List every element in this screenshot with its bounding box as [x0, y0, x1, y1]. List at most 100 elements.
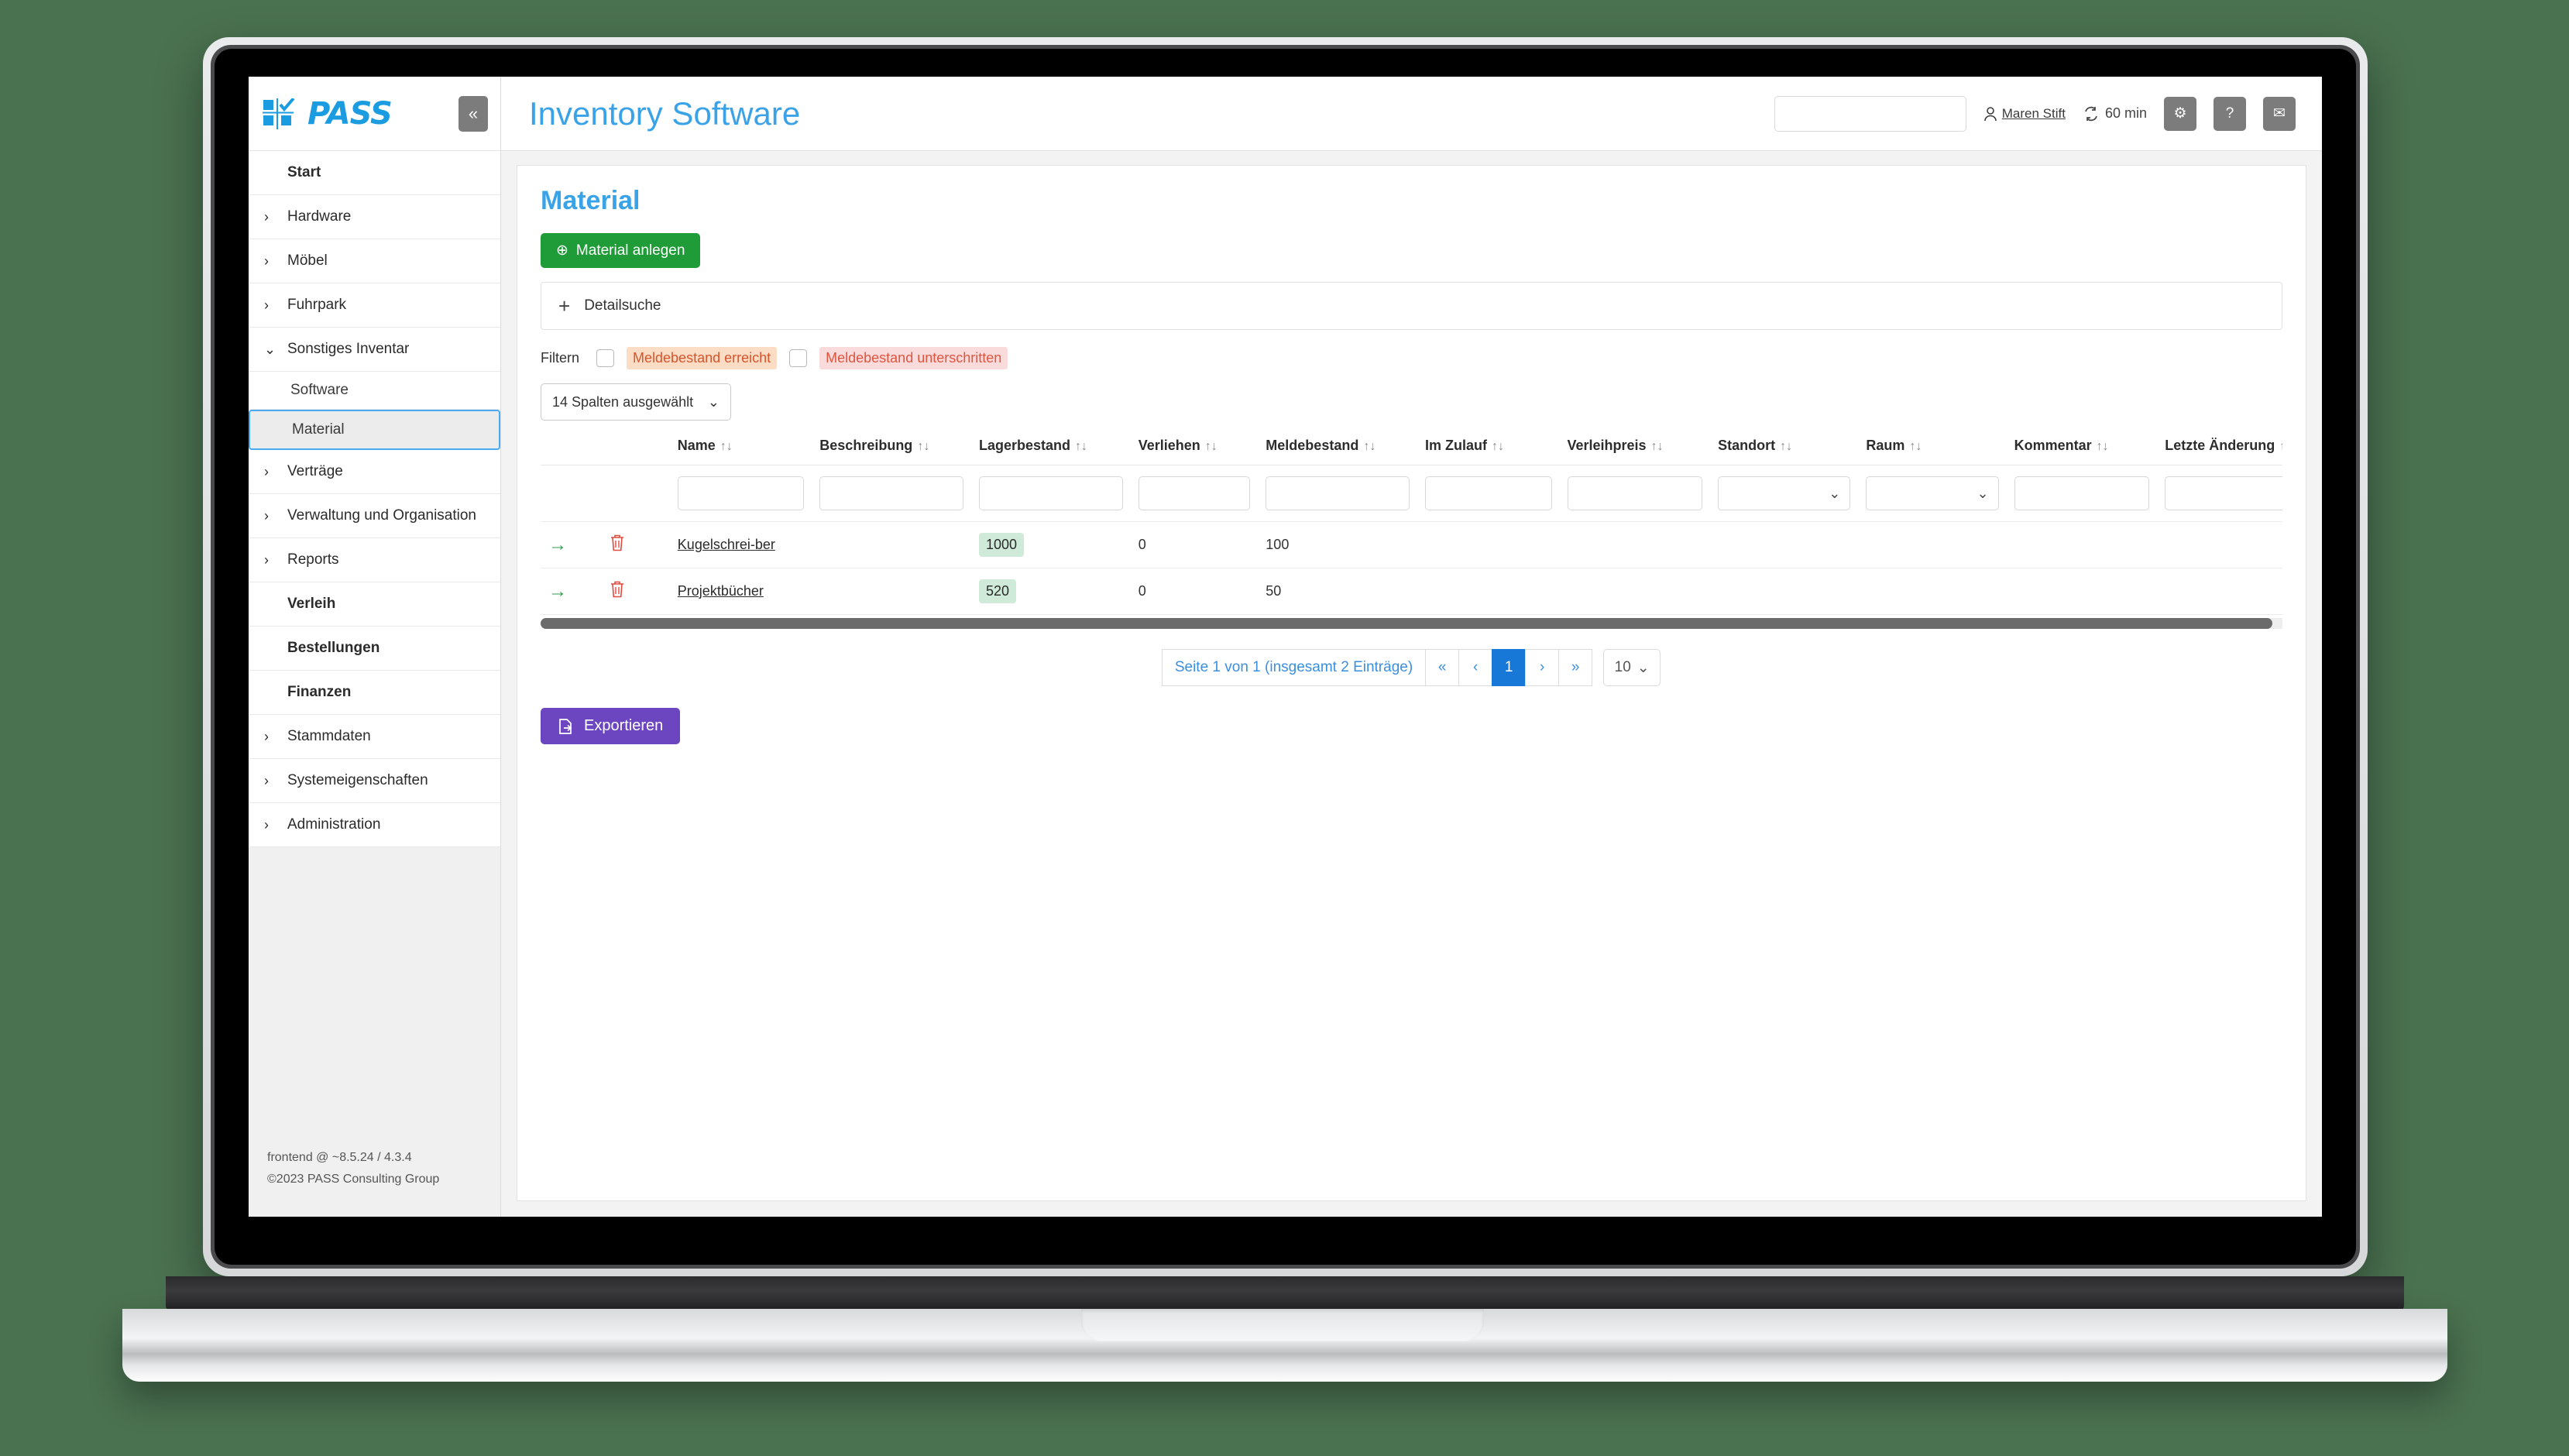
open-row-arrow-icon[interactable]: → [548, 581, 567, 602]
pagination-page-1[interactable]: 1 [1492, 649, 1527, 686]
screenshot-stage: PASS « Start › Hardware › Möbel › Fuhrpa… [0, 0, 2569, 1456]
th-lagerbestand[interactable]: Lagerbestand ↑↓ [971, 438, 1131, 465]
th-label: Raum [1866, 438, 1905, 453]
sort-icon[interactable]: ↑↓ [1909, 440, 1922, 453]
th-verliehen[interactable]: Verliehen ↑↓ [1130, 438, 1259, 465]
sidebar-item-moebel[interactable]: › Möbel [249, 239, 500, 283]
filter-input-lagerbestand[interactable] [979, 476, 1123, 510]
sidebar-item-verwaltung-und-organisation[interactable]: › Verwaltung und Organisation [249, 494, 500, 538]
sort-icon[interactable]: ↑↓ [2279, 440, 2282, 453]
sort-icon[interactable]: ↑↓ [720, 440, 733, 453]
cell-raum [1858, 568, 2007, 615]
filter-checkbox-meldebestand-erreicht[interactable] [596, 349, 615, 367]
screen: PASS « Start › Hardware › Möbel › Fuhrpa… [249, 77, 2322, 1217]
sidebar-item-software[interactable]: Software [249, 372, 500, 410]
filter-cell-name [669, 465, 812, 522]
sidebar-item-label: Software [290, 382, 349, 398]
sort-icon[interactable]: ↑↓ [1363, 440, 1376, 453]
sidebar-nav: Start › Hardware › Möbel › Fuhrpark ⌄ So… [249, 151, 500, 847]
export-button[interactable]: Exportieren [541, 708, 681, 744]
column-selector[interactable]: 14 Spalten ausgewählt ⌄ [541, 383, 731, 421]
filter-input-name[interactable] [677, 476, 805, 510]
settings-button[interactable]: ⚙ [2164, 96, 2196, 131]
th-name[interactable]: Name ↑↓ [669, 438, 812, 465]
filter-input-verleihpreis[interactable] [1567, 476, 1703, 510]
page-size-selector[interactable]: 10 ⌄ [1603, 649, 1661, 686]
sidebar-item-fuhrpark[interactable]: › Fuhrpark [249, 283, 500, 328]
sort-icon[interactable]: ↑↓ [1205, 440, 1218, 453]
th-verleihpreis[interactable]: Verleihpreis ↑↓ [1559, 438, 1711, 465]
scrollbar-thumb[interactable] [541, 618, 2272, 629]
filter-cell-lagerbestand [971, 465, 1131, 522]
sidebar-item-reports[interactable]: › Reports [249, 538, 500, 582]
envelope-icon: ✉ [2273, 105, 2286, 122]
sidebar-item-sonstiges-inventar[interactable]: ⌄ Sonstiges Inventar [249, 328, 500, 372]
th-label: Verliehen [1138, 438, 1200, 453]
filter-chip-meldebestand-unterschritten[interactable]: Meldebestand unterschritten [819, 347, 1008, 369]
global-search-input[interactable] [1774, 95, 1966, 132]
chevron-right-icon: › [264, 253, 269, 269]
cell-go: → [541, 568, 601, 615]
table-head: Name ↑↓ Beschreibung ↑↓ Lagerbestand ↑↓ Ver… [541, 438, 2282, 522]
material-name-link[interactable]: Kugelschrei-ber [678, 537, 775, 552]
th-meldebestand[interactable]: Meldebestand ↑↓ [1258, 438, 1418, 465]
pagination-prev-button[interactable]: ‹ [1458, 649, 1493, 686]
material-name-link[interactable]: Projektbücher [678, 583, 764, 599]
filter-input-verliehen[interactable] [1138, 476, 1251, 510]
filter-checkbox-meldebestand-unterschritten[interactable] [789, 349, 808, 367]
sidebar-collapse-button[interactable]: « [459, 95, 488, 132]
sort-icon[interactable]: ↑↓ [1651, 440, 1664, 453]
chevron-down-icon: ⌄ [1977, 485, 1989, 501]
filter-input-letzte-aenderung[interactable] [2165, 476, 2282, 510]
sidebar-item-hardware[interactable]: › Hardware [249, 195, 500, 239]
cell-letzte-aenderung [2157, 568, 2282, 615]
filter-input-meldebestand[interactable] [1266, 476, 1410, 510]
cell-beschreibung [812, 568, 971, 615]
create-material-button[interactable]: ⊕ Material anlegen [541, 233, 701, 268]
trash-icon[interactable] [609, 580, 626, 599]
laptop-lid: PASS « Start › Hardware › Möbel › Fuhrpa… [203, 37, 2368, 1276]
open-row-arrow-icon[interactable]: → [548, 534, 567, 555]
cell-verleihpreis [1559, 568, 1711, 615]
sidebar-item-vertraege[interactable]: › Verträge [249, 450, 500, 494]
sort-icon[interactable]: ↑↓ [2097, 440, 2109, 453]
filter-select-raum[interactable]: ⌄ [1866, 476, 1999, 510]
footer-version: frontend @ ~8.5.24 / 4.3.4 [267, 1151, 412, 1164]
sidebar-item-stammdaten[interactable]: › Stammdaten [249, 715, 500, 759]
filter-input-kommentar[interactable] [2014, 476, 2150, 510]
user-menu[interactable]: Maren Stift [1983, 106, 2066, 122]
table-horizontal-scrollbar[interactable] [541, 618, 2282, 629]
detail-search-toggle[interactable]: + Detailsuche [541, 282, 2282, 330]
th-letzte-aenderung[interactable]: Letzte Änderung ↑↓ [2157, 438, 2282, 465]
sort-icon[interactable]: ↑↓ [1780, 440, 1792, 453]
pagination-next-button[interactable]: › [1525, 649, 1560, 686]
sort-icon[interactable]: ↑↓ [1492, 440, 1504, 453]
help-button[interactable]: ? [2214, 96, 2246, 131]
sidebar-item-systemeigenschaften[interactable]: › Systemeigenschaften [249, 759, 500, 803]
cell-beschreibung [812, 521, 971, 568]
sort-icon[interactable]: ↑↓ [1075, 440, 1087, 453]
sidebar-item-finanzen[interactable]: Finanzen [249, 671, 500, 715]
filter-select-standort[interactable]: ⌄ [1718, 476, 1851, 510]
cell-go: → [541, 521, 601, 568]
filter-cell-delete [600, 465, 670, 522]
messages-button[interactable]: ✉ [2263, 96, 2296, 131]
th-standort[interactable]: Standort ↑↓ [1710, 438, 1859, 465]
th-im-zulauf[interactable]: Im Zulauf ↑↓ [1417, 438, 1560, 465]
th-kommentar[interactable]: Kommentar ↑↓ [2006, 438, 2158, 465]
trash-icon[interactable] [609, 534, 626, 552]
sort-icon[interactable]: ↑↓ [917, 440, 929, 453]
chevron-down-icon: ⌄ [1637, 659, 1650, 676]
filter-input-beschreibung[interactable] [819, 476, 963, 510]
sidebar-item-start[interactable]: Start [249, 151, 500, 195]
pagination-first-button[interactable]: « [1425, 649, 1460, 686]
sidebar-item-verleih[interactable]: Verleih [249, 582, 500, 627]
pagination-last-button[interactable]: » [1558, 649, 1593, 686]
sidebar-item-bestellungen[interactable]: Bestellungen [249, 627, 500, 671]
filter-chip-meldebestand-erreicht[interactable]: Meldebestand erreicht [627, 347, 778, 369]
th-beschreibung[interactable]: Beschreibung ↑↓ [812, 438, 971, 465]
sidebar-item-material[interactable]: Material [249, 410, 500, 450]
th-raum[interactable]: Raum ↑↓ [1858, 438, 2007, 465]
sidebar-item-administration[interactable]: › Administration [249, 803, 500, 847]
filter-input-im-zulauf[interactable] [1425, 476, 1552, 510]
